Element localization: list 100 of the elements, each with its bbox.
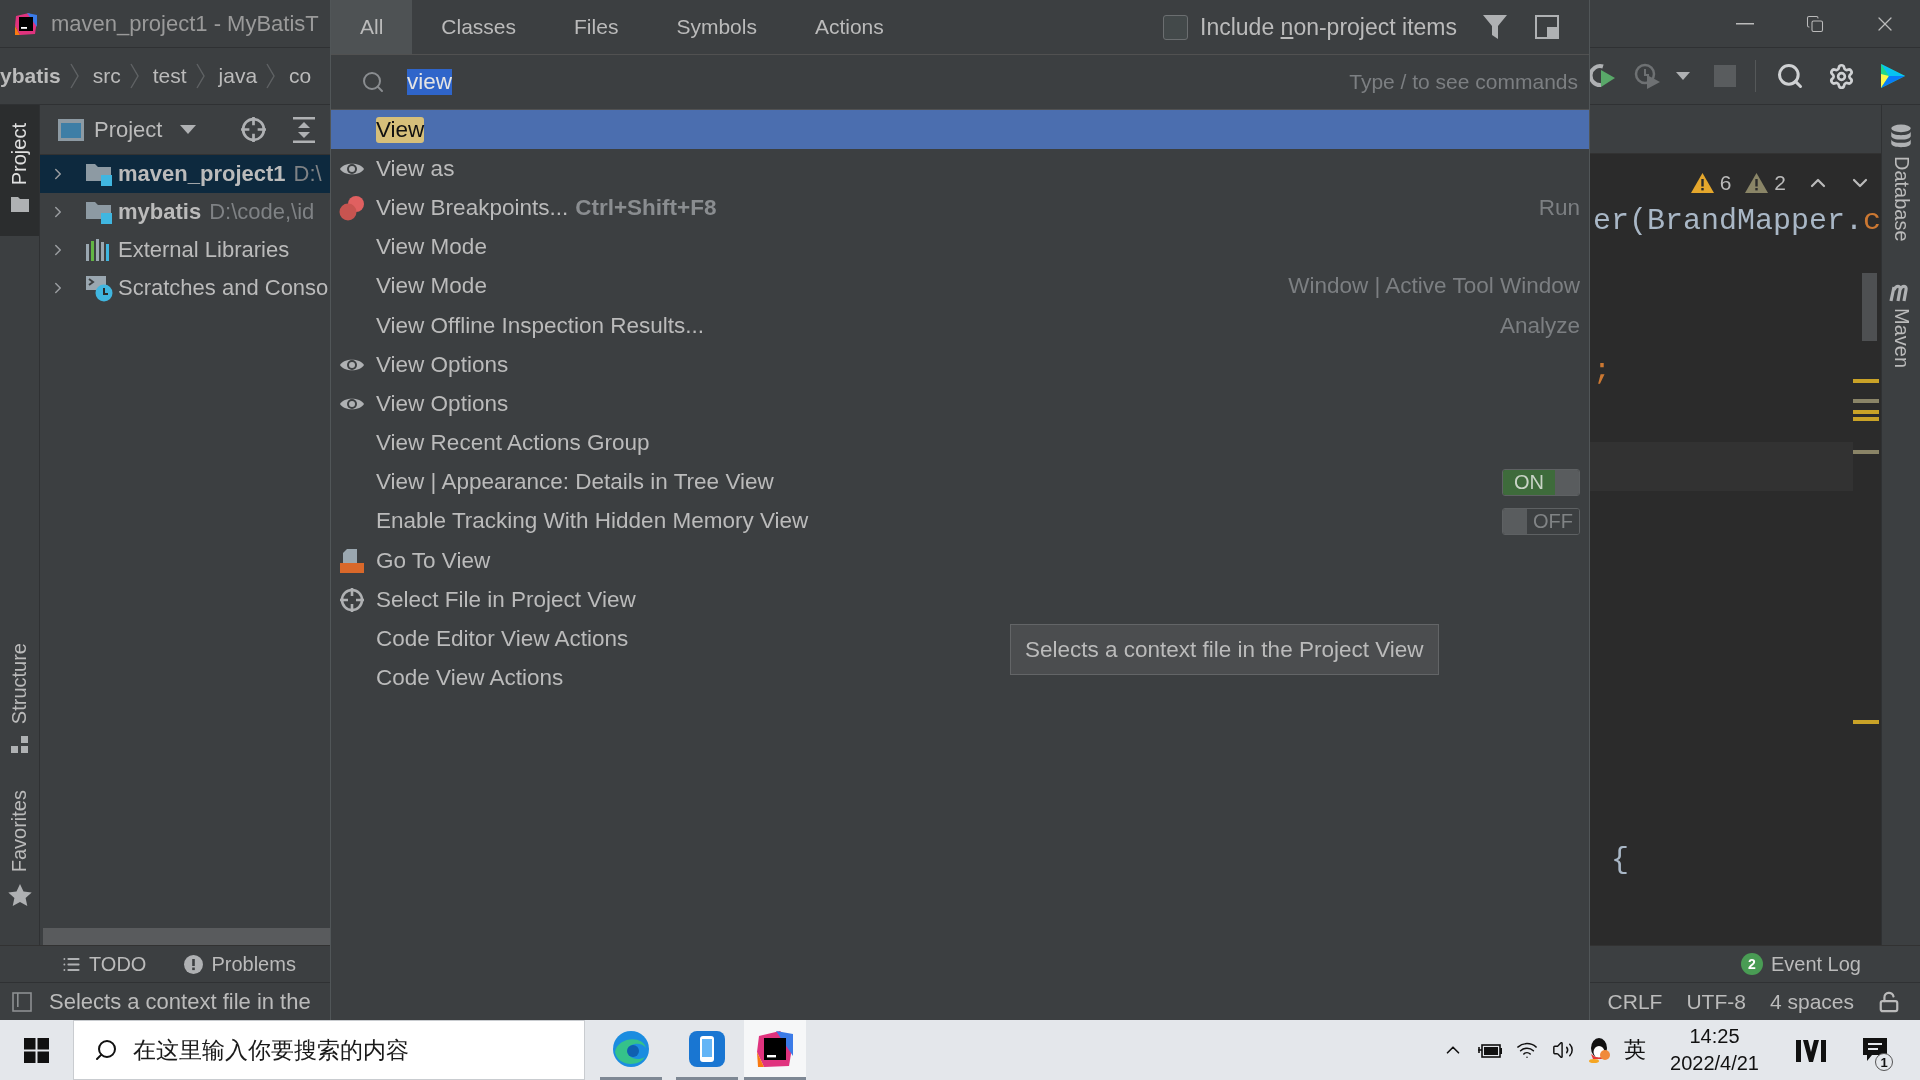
tree-item[interactable]: External Libraries — [40, 231, 330, 269]
result-item[interactable]: Code Editor View Actions — [331, 619, 638, 659]
search-icon — [361, 70, 385, 94]
input-method-indicator[interactable]: 英 — [1617, 1020, 1653, 1080]
weak-warning-icon[interactable] — [1745, 172, 1769, 193]
folder-icon — [10, 197, 29, 213]
crosshair-icon[interactable] — [240, 116, 268, 143]
warning-count: 6 — [1719, 170, 1732, 195]
app-logo-icon — [14, 11, 38, 36]
tool-window-tab[interactable]: Database — [1889, 124, 1913, 242]
tool-window-button[interactable]: TODO — [54, 946, 155, 982]
tab[interactable]: Symbols — [647, 0, 786, 54]
exclamation-circle-icon — [184, 954, 204, 974]
weak-warning-count: 2 — [1774, 170, 1786, 195]
result-item[interactable]: View Recent Actions Group — [331, 423, 659, 463]
chevron-separator-icon — [266, 63, 276, 89]
chevron-separator-icon — [195, 63, 205, 89]
panel-toggle-icon[interactable] — [12, 991, 32, 1012]
result-item[interactable]: View Options — [331, 384, 518, 424]
breadcrumb[interactable]: ybatis — [0, 64, 61, 88]
tree-item[interactable]: Scratches and Conso — [40, 269, 330, 307]
result-label: View — [376, 116, 425, 143]
checkbox[interactable] — [1163, 14, 1188, 40]
tree-item-path: D:\code,\id — [209, 199, 315, 225]
tree-item[interactable]: mybatis D:\code,\id — [40, 193, 330, 231]
settings-icon[interactable] — [1828, 62, 1855, 90]
result-label: View Recent Actions Group — [376, 430, 650, 457]
clock-date[interactable]: 2022/4/21 — [1670, 1050, 1759, 1077]
breadcrumb[interactable]: test — [152, 64, 187, 88]
tool-window-tab[interactable]: Structure — [0, 624, 39, 772]
phone-app-icon — [688, 1029, 726, 1068]
code-line: ; — [1593, 353, 1611, 391]
status-item[interactable]: UTF-8 — [1686, 989, 1746, 1014]
tool-window-button[interactable]: Problems — [176, 946, 304, 982]
event-log-button[interactable]: 2 Event Log — [1740, 952, 1861, 976]
result-label: Code View Actions — [376, 665, 564, 692]
shortcut-text: Ctrl+Shift+F8 — [575, 194, 717, 221]
swirl-app-icon — [612, 1029, 650, 1068]
result-item[interactable]: View Offline Inspection Results... Analyze — [331, 305, 1589, 346]
result-item[interactable]: View Mode Window | Active Tool Window — [331, 266, 1589, 306]
result-label: View Options — [376, 390, 509, 417]
coverage-run-icon[interactable] — [1589, 62, 1617, 90]
code-line: { — [1611, 842, 1629, 880]
status-item[interactable]: CRLF — [1607, 989, 1663, 1014]
tab[interactable]: Files — [545, 0, 648, 54]
result-label: Select File in Project View — [376, 586, 636, 613]
breakpoint-dots-icon — [339, 194, 365, 221]
logo-icon[interactable] — [1879, 62, 1907, 90]
tab[interactable]: Actions — [785, 0, 913, 54]
clock-time[interactable]: 14:25 — [1689, 1023, 1740, 1050]
status-item[interactable]: 4 spaces — [1769, 989, 1854, 1014]
result-item[interactable]: View Breakpoints... Ctrl+Shift+F8 Run — [331, 188, 1589, 228]
search-icon[interactable] — [1776, 62, 1804, 90]
preview-pane-icon[interactable] — [1535, 15, 1559, 39]
warning-icon[interactable] — [1690, 172, 1714, 193]
result-label: Code Editor View Actions — [376, 626, 629, 653]
breadcrumb[interactable]: co — [289, 64, 312, 88]
four-panes-icon — [24, 1037, 49, 1063]
caret-down-icon[interactable] — [180, 125, 197, 134]
horizontal-scrollbar[interactable] — [43, 928, 330, 945]
checkbox-label[interactable]: Include non-project items — [1200, 13, 1457, 41]
result-item[interactable]: View — [331, 110, 1589, 150]
caret-down-icon[interactable] — [1676, 72, 1690, 80]
panel-title[interactable]: Project — [94, 116, 163, 143]
result-item[interactable]: View Mode — [331, 227, 496, 267]
tool-window-tab[interactable]: Favorites — [0, 771, 39, 925]
result-label: Go To View — [376, 547, 491, 574]
collapse-all-icon[interactable] — [293, 116, 316, 143]
category-text: Run — [1538, 194, 1580, 221]
database-icon — [1890, 124, 1912, 150]
taskbar-search-field[interactable]: 在这里输入你要搜索的内容 — [73, 1020, 585, 1080]
tool-window-tab[interactable]: Maven — [1889, 281, 1913, 368]
result-item[interactable]: Enable Tracking With Hidden Memory View OFF — [331, 501, 1589, 542]
battery-plug-icon — [1478, 1042, 1502, 1058]
tree-item[interactable]: maven_project1 D:\ — [40, 155, 330, 193]
notification-count: 1 — [1875, 1053, 1893, 1071]
tool-window-tab[interactable]: Project — [0, 105, 39, 237]
lock-icon[interactable] — [1878, 990, 1900, 1013]
tree-item-path: D:\ — [293, 161, 322, 187]
filter-icon[interactable] — [1483, 15, 1507, 39]
toggle-switch[interactable]: ON — [1502, 468, 1580, 496]
result-label: View | Appearance: Details in Tree View — [376, 469, 774, 496]
taskbar-app[interactable] — [744, 1020, 806, 1080]
result-item[interactable]: Go To View — [331, 541, 500, 581]
result-item[interactable]: View Options — [331, 345, 518, 385]
tree-item-label: Scratches and Conso — [118, 275, 329, 301]
result-item[interactable]: Code View Actions — [331, 658, 573, 698]
tab[interactable]: All — [331, 0, 413, 54]
notifications-button[interactable]: 1 — [1855, 1020, 1895, 1080]
breadcrumb[interactable]: java — [218, 64, 258, 88]
breadcrumb[interactable]: src — [92, 64, 121, 88]
result-label: View Mode — [376, 273, 487, 300]
toggle-switch[interactable]: OFF — [1502, 507, 1580, 535]
window-title: maven_project1 - MyBatisT — [51, 10, 319, 37]
result-item[interactable]: Select File in Project View — [331, 580, 645, 620]
tab[interactable]: Classes — [412, 0, 546, 54]
result-item[interactable]: View | Appearance: Details in Tree View ON — [331, 462, 1589, 502]
result-item[interactable]: View as — [331, 149, 464, 189]
scrollbar-thumb[interactable] — [1862, 273, 1877, 341]
structure-squares-icon — [10, 735, 29, 754]
